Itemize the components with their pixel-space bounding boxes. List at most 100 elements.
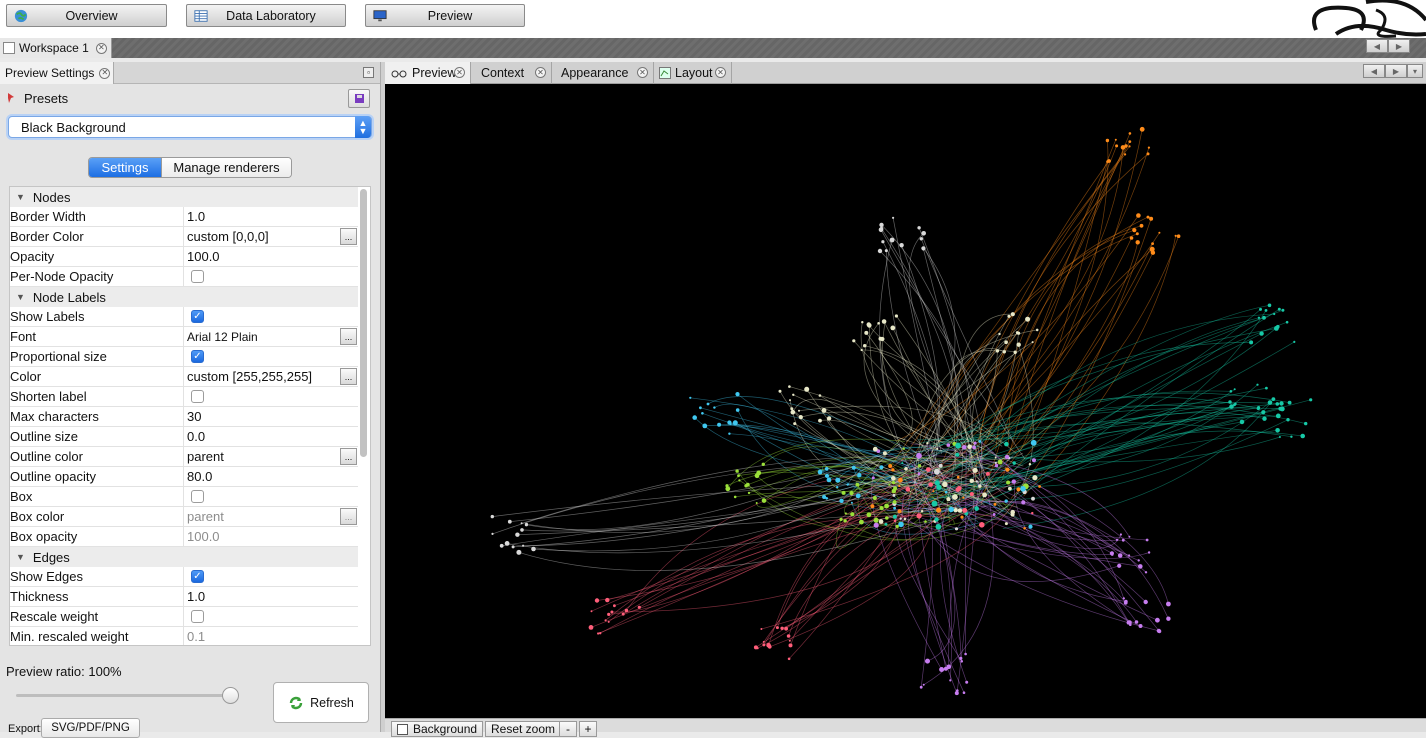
property-row[interactable]: Outline size 0.0 <box>10 427 358 447</box>
graph-node <box>818 418 822 423</box>
graph-node <box>892 514 897 519</box>
graph-node <box>898 521 904 528</box>
export-button[interactable]: SVG/PDF/PNG <box>41 718 140 738</box>
section-node-labels[interactable]: ▼ Node Labels <box>10 287 358 307</box>
ellipsis-button[interactable]: ... <box>340 448 357 465</box>
graph-node <box>960 515 964 519</box>
checkbox-unchecked[interactable] <box>191 610 204 623</box>
graph-node <box>921 231 926 236</box>
tab-preview-settings[interactable]: Preview Settings ✕ <box>0 62 114 84</box>
checkbox-checked[interactable]: ✓ <box>191 310 204 323</box>
graph-node <box>881 240 885 244</box>
data-laboratory-button[interactable]: Data Laboratory <box>186 4 346 27</box>
ellipsis-button[interactable]: ... <box>340 368 357 385</box>
property-row[interactable]: Show Edges ✓ <box>10 567 358 587</box>
checkbox-unchecked[interactable] <box>397 723 408 735</box>
graph-node <box>1257 316 1261 319</box>
preset-select[interactable]: Black Background ▲ ▼ <box>8 116 372 138</box>
tab-settings[interactable]: Settings <box>89 158 161 177</box>
workspace-bar: Workspace 1 ✕ ◀ ▶ <box>0 38 1426 58</box>
close-icon[interactable]: ✕ <box>637 67 648 78</box>
graph-node <box>1274 326 1279 331</box>
graph-node <box>925 658 930 664</box>
property-row[interactable]: Box opacity 100.0 <box>10 527 358 547</box>
chevron-left-icon[interactable]: ◀ <box>1366 39 1388 53</box>
property-row[interactable]: Per-Node Opacity <box>10 267 358 287</box>
property-row[interactable]: Color custom [255,255,255]... <box>10 367 358 387</box>
property-row[interactable]: Box color parent... <box>10 507 358 527</box>
ellipsis-button[interactable]: ... <box>340 328 357 345</box>
close-icon[interactable]: ✕ <box>99 67 111 79</box>
graph-edge <box>892 217 942 455</box>
close-icon[interactable]: ✕ <box>95 42 107 54</box>
scrollbar[interactable] <box>360 189 367 457</box>
tab-appearance[interactable]: Appearance ✕ <box>553 62 654 84</box>
reset-zoom-button[interactable]: Reset zoom <box>485 721 562 737</box>
checkbox-checked[interactable]: ✓ <box>191 570 204 583</box>
close-icon[interactable]: ✕ <box>715 67 726 78</box>
ellipsis-button[interactable]: ... <box>340 228 357 245</box>
preview-button[interactable]: Preview <box>365 4 525 27</box>
tab-menu-icon[interactable]: ▾ <box>1407 64 1423 78</box>
graph-node <box>917 464 922 468</box>
tab-layout[interactable]: Layout ✕ <box>655 62 732 84</box>
graph-node <box>1262 416 1267 421</box>
graph-node <box>877 248 883 254</box>
property-row[interactable]: Max characters 30 <box>10 407 358 427</box>
property-row[interactable]: Box <box>10 487 358 507</box>
property-row[interactable]: Thickness 1.0 <box>10 587 358 607</box>
tab-preview[interactable]: Preview ✕ <box>385 62 471 84</box>
checkbox-unchecked[interactable] <box>191 390 204 403</box>
graph-node <box>993 502 997 506</box>
graph-node <box>702 423 708 429</box>
graph-node <box>954 527 959 531</box>
property-row[interactable]: Proportional size ✓ <box>10 347 358 367</box>
graph-node <box>957 508 963 513</box>
zoom-out-button[interactable]: - <box>559 721 577 737</box>
preview-ratio-slider[interactable] <box>16 694 234 697</box>
zoom-in-button[interactable]: + <box>579 721 597 737</box>
property-row[interactable]: Rescale weight <box>10 607 358 627</box>
graph-node <box>1010 509 1015 515</box>
property-row[interactable]: Outline color parent... <box>10 447 358 467</box>
workspace-tab[interactable]: Workspace 1 ✕ <box>0 38 112 58</box>
ellipsis-button[interactable]: ... <box>340 508 357 525</box>
graph-node <box>1239 419 1245 425</box>
save-preset-button[interactable] <box>348 89 370 108</box>
property-row[interactable]: Show Labels ✓ <box>10 307 358 327</box>
refresh-button[interactable]: Refresh <box>273 682 369 723</box>
property-row[interactable]: Opacity 100.0 <box>10 247 358 267</box>
chevron-right-icon[interactable]: ▶ <box>1385 64 1407 78</box>
chevron-left-icon[interactable]: ◀ <box>1363 64 1385 78</box>
graph-node <box>878 336 883 341</box>
property-row[interactable]: Font Arial 12 Plain... <box>10 327 358 347</box>
section-edges[interactable]: ▼ Edges <box>10 547 358 567</box>
checkbox-checked[interactable]: ✓ <box>191 350 204 363</box>
tab-context[interactable]: Context ✕ <box>472 62 552 84</box>
graph-node <box>1285 320 1289 324</box>
graph-node <box>920 510 924 513</box>
graph-node <box>905 486 911 492</box>
graph-edge <box>605 515 957 621</box>
property-row[interactable]: Min. rescaled weight 0.1 <box>10 627 358 645</box>
property-row[interactable]: Shorten label <box>10 387 358 407</box>
property-row[interactable]: Outline opacity 80.0 <box>10 467 358 487</box>
chevron-right-icon[interactable]: ▶ <box>1388 39 1410 53</box>
graph-node <box>1229 390 1233 393</box>
section-nodes[interactable]: ▼ Nodes <box>10 187 358 207</box>
property-row[interactable]: Border Width 1.0 <box>10 207 358 227</box>
slider-knob[interactable] <box>222 687 239 704</box>
checkbox-unchecked[interactable] <box>191 270 204 283</box>
minimize-icon[interactable]: ▫ <box>363 67 374 78</box>
tab-manage-renderers[interactable]: Manage renderers <box>161 158 291 177</box>
background-toggle[interactable]: Background <box>391 721 484 737</box>
close-icon[interactable]: ✕ <box>454 67 465 78</box>
property-row[interactable]: Border Color custom [0,0,0]... <box>10 227 358 247</box>
editor-tabs: Preview ✕ Context ✕ Appearance ✕ Layout … <box>385 62 1426 84</box>
graph-node <box>891 481 896 485</box>
overview-button[interactable]: Overview <box>6 4 167 27</box>
graph-preview-canvas[interactable] <box>385 84 1426 718</box>
graph-edge <box>982 242 1139 499</box>
close-icon[interactable]: ✕ <box>535 67 546 78</box>
checkbox-unchecked[interactable] <box>191 490 204 503</box>
